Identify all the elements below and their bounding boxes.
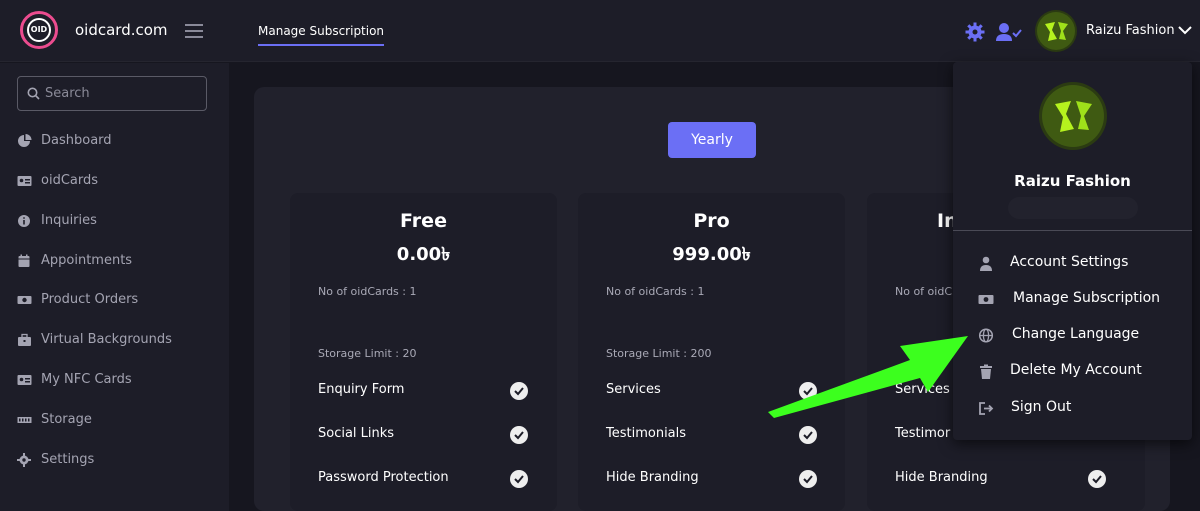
tab-manage-subscription[interactable]: Manage Subscription — [258, 24, 385, 46]
gear-icon — [17, 453, 31, 467]
menu-item-sign-out[interactable]: Sign Out — [978, 397, 1188, 421]
menu-item-delete-account[interactable]: Delete My Account — [978, 360, 1188, 384]
divider — [953, 230, 1192, 231]
plan-oidcards-limit: No of oidCards : 1 — [606, 285, 705, 298]
site-name[interactable]: oidcard.com — [75, 21, 168, 39]
sidebar-item-oidcards[interactable]: oidCards — [17, 170, 217, 194]
check-icon — [799, 470, 817, 488]
plan-name: Free — [400, 210, 447, 232]
trash-icon — [980, 364, 992, 379]
avatar — [1039, 82, 1107, 150]
sidebar-item-inquiries[interactable]: Inquiries — [17, 210, 217, 234]
menu-item-label: Account Settings — [1010, 254, 1129, 270]
menu-item-manage-subscription[interactable]: Manage Subscription — [978, 288, 1188, 312]
plan-price: 0.00৳ — [396, 244, 451, 265]
plan-storage-limit: Storage Limit : 20 — [318, 347, 417, 360]
feature-label: Social Links — [318, 426, 395, 441]
sidebar-item-label: Product Orders — [41, 292, 139, 307]
plan-price: 999.00৳ — [672, 244, 751, 265]
yearly-toggle-button[interactable]: Yearly — [668, 122, 756, 158]
search-icon — [27, 87, 40, 100]
check-icon — [799, 426, 817, 444]
chevron-down-icon[interactable] — [1178, 25, 1192, 35]
feature-label: Testimor — [895, 426, 951, 441]
globe-icon — [978, 328, 994, 343]
feature-label: Password Protection — [318, 470, 449, 485]
card-icon — [17, 375, 32, 385]
logo-text: OID — [27, 18, 51, 42]
calendar-icon — [18, 254, 30, 267]
sidebar-item-label: Dashboard — [41, 133, 112, 148]
plan-name: Pro — [693, 210, 730, 232]
profile-subtitle-placeholder — [1008, 197, 1138, 219]
search-input[interactable]: Search — [17, 76, 207, 111]
feature-label: Testimonials — [606, 426, 687, 441]
id-card-icon — [17, 176, 32, 186]
sidebar-item-dashboard[interactable]: Dashboard — [17, 130, 217, 154]
plan-oidcards-limit: No of oidCards : 1 — [318, 285, 417, 298]
menu-item-label: Change Language — [1012, 326, 1140, 342]
sidebar-item-my-nfc-cards[interactable]: My NFC Cards — [17, 369, 217, 393]
plan-storage-limit: Storage Limit : 200 — [606, 347, 712, 360]
pie-chart-icon — [18, 134, 32, 147]
check-icon — [510, 382, 528, 400]
check-icon — [1088, 470, 1106, 488]
sidebar-item-label: Appointments — [41, 253, 133, 268]
check-icon — [510, 426, 528, 444]
feature-label: Enquiry Form — [318, 382, 405, 397]
sidebar-item-virtual-backgrounds[interactable]: Virtual Backgrounds — [17, 329, 217, 353]
menu-item-account-settings[interactable]: Account Settings — [978, 252, 1188, 276]
user-name[interactable]: Raizu Fashion — [1086, 23, 1175, 38]
profile-name: Raizu Fashion — [1014, 172, 1131, 190]
sidebar-item-storage[interactable]: Storage — [17, 409, 217, 433]
sidebar-item-label: Storage — [41, 412, 92, 427]
sidebar-item-label: oidCards — [41, 173, 99, 188]
sign-out-icon — [979, 402, 994, 415]
menu-item-label: Delete My Account — [1010, 362, 1142, 378]
sidebar-item-settings[interactable]: Settings — [17, 449, 217, 473]
menu-item-label: Sign Out — [1011, 399, 1072, 415]
top-bar: OID oidcard.com Manage Subscription Raiz… — [0, 0, 1200, 62]
feature-label: Services — [606, 382, 661, 397]
menu-item-change-language[interactable]: Change Language — [978, 324, 1188, 348]
money-icon — [17, 296, 32, 304]
sidebar-item-label: Virtual Backgrounds — [41, 332, 172, 347]
sidebar-item-label: Inquiries — [41, 213, 97, 228]
annotation-arrow-icon — [768, 336, 968, 418]
search-placeholder: Search — [45, 86, 90, 101]
info-icon — [18, 215, 30, 227]
storage-icon — [17, 417, 32, 423]
feature-label: Hide Branding — [606, 470, 699, 485]
gear-icon[interactable] — [965, 22, 985, 42]
profile-dropdown-menu: Raizu Fashion Account Settings Manage Su… — [953, 62, 1192, 440]
user-icon — [980, 256, 992, 271]
briefcase-icon — [18, 333, 31, 346]
sidebar-item-label: Settings — [41, 452, 95, 467]
sidebar: Search Dashboard oidCards Inquiries Appo… — [0, 63, 229, 511]
money-icon — [978, 295, 994, 304]
plan-card-free: Free 0.00৳ No of oidCards : 1 Storage Li… — [290, 193, 557, 511]
plan-oidcards-limit: No of oidC — [895, 285, 953, 298]
feature-label: Hide Branding — [895, 470, 988, 485]
menu-item-label: Manage Subscription — [1013, 290, 1161, 306]
sidebar-item-appointments[interactable]: Appointments — [17, 250, 217, 274]
sidebar-item-label: My NFC Cards — [41, 372, 132, 387]
sidebar-item-product-orders[interactable]: Product Orders — [17, 289, 217, 313]
menu-toggle-icon[interactable] — [185, 24, 203, 38]
check-icon — [510, 470, 528, 488]
logo[interactable]: OID — [20, 11, 58, 49]
avatar[interactable] — [1035, 10, 1077, 52]
user-check-icon[interactable] — [996, 22, 1022, 42]
